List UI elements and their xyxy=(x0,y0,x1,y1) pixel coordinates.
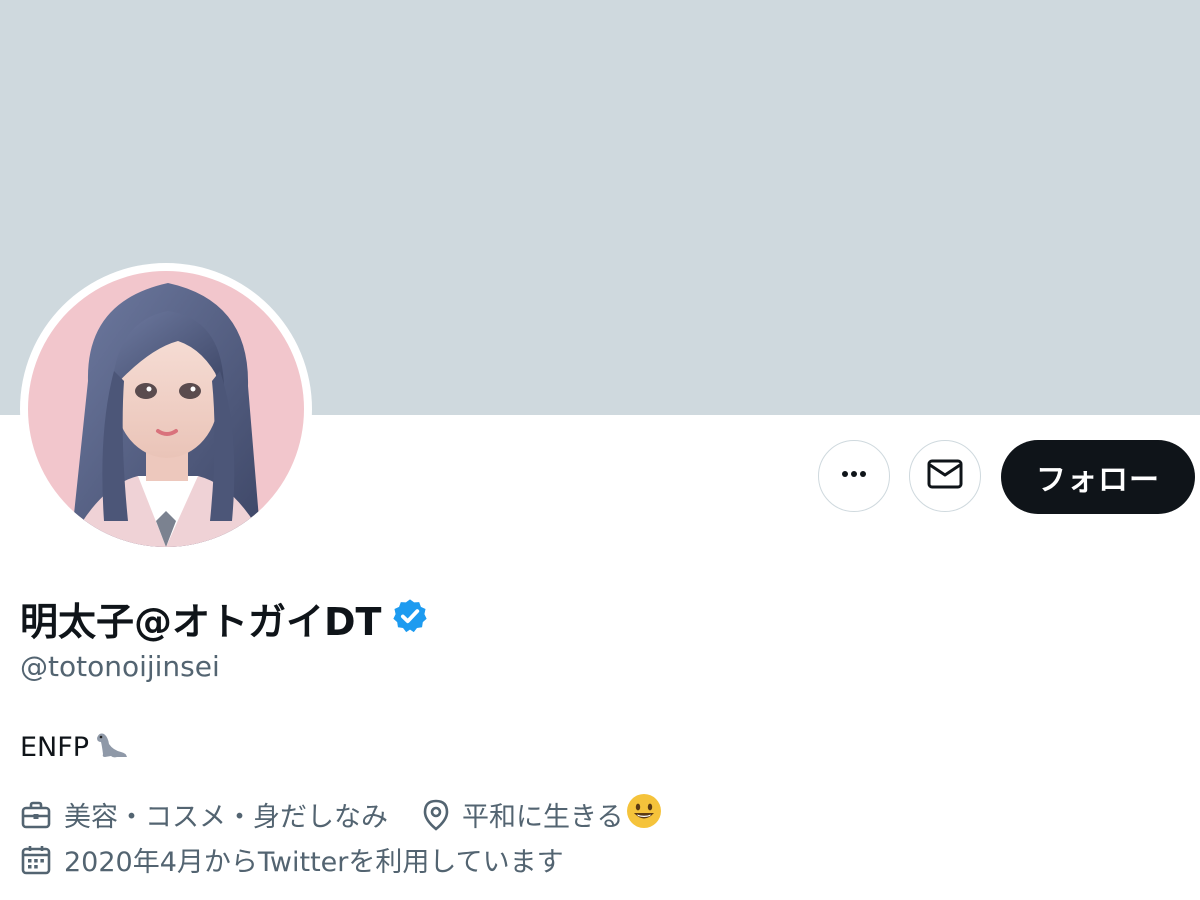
smiley-emoji xyxy=(625,792,663,837)
location-text: 平和に生きる xyxy=(462,802,624,833)
verified-badge-icon[interactable] xyxy=(391,597,429,639)
category-text: 美容・コスメ・身だしなみ xyxy=(64,802,388,833)
calendar-icon xyxy=(20,844,52,876)
user-handle: @totonoijinsei xyxy=(20,650,220,683)
joined-text: 2020年4月からTwitterを利用しています xyxy=(64,847,564,878)
avatar-ring xyxy=(20,263,312,555)
bio-text: ENFP xyxy=(20,732,90,763)
display-name: 明太子@オトガイDT xyxy=(20,599,382,644)
briefcase-icon xyxy=(20,800,52,830)
avatar-image xyxy=(28,271,304,547)
profile-meta-row-1: 美容・コスメ・身だしなみ 平和に生きる xyxy=(20,792,697,837)
more-options-button[interactable] xyxy=(818,440,890,512)
message-button[interactable] xyxy=(909,440,981,512)
avatar[interactable] xyxy=(28,271,304,547)
more-horizontal-icon xyxy=(838,458,870,494)
display-name-row: 明太子@オトガイDT xyxy=(20,590,429,646)
profile-page: フォロー 明太子@オトガイDT @totonoijinsei ENFP 美容・コ… xyxy=(0,0,1200,900)
envelope-icon xyxy=(927,459,963,493)
location-pin-icon xyxy=(422,799,450,831)
seal-emoji xyxy=(93,728,129,767)
follow-button[interactable]: フォロー xyxy=(1001,440,1195,514)
profile-meta-row-2: 2020年4月からTwitterを利用しています xyxy=(20,840,598,879)
bio: ENFP xyxy=(20,728,129,767)
location-item: 平和に生きる xyxy=(422,792,663,837)
joined-item: 2020年4月からTwitterを利用しています xyxy=(20,840,564,879)
category-item: 美容・コスメ・身だしなみ xyxy=(20,795,388,834)
